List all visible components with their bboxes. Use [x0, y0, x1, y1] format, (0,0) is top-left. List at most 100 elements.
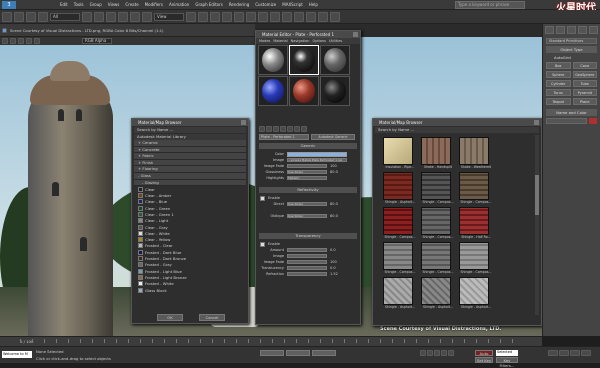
refraction-value[interactable]: 1.52	[330, 272, 338, 276]
snap-icon[interactable]	[198, 11, 208, 22]
sample-slot[interactable]	[320, 76, 350, 106]
key-filters-button[interactable]: Key Filters...	[496, 357, 518, 368]
zoom-all-icon[interactable]	[559, 350, 569, 356]
zoom-icon[interactable]	[548, 350, 558, 356]
go-end-icon[interactable]	[448, 350, 454, 356]
menu-help[interactable]: Help	[309, 2, 318, 7]
menu-tools[interactable]: Tools	[74, 2, 84, 7]
image-map-button[interactable]: ...vorweg Metals Plate Perforated 1.jpg	[287, 157, 347, 163]
unlink-icon[interactable]	[38, 11, 48, 22]
browser2-search[interactable]: Search by Name ...	[375, 127, 539, 133]
cone-button[interactable]: Cone	[572, 62, 597, 69]
prev-frame-icon[interactable]	[427, 350, 433, 356]
menu-material[interactable]: Material	[273, 39, 287, 43]
make-unique-icon[interactable]	[280, 126, 286, 132]
schematic-icon[interactable]	[282, 11, 292, 22]
display-tab-icon[interactable]	[589, 26, 598, 34]
menu-options[interactable]: Options	[312, 39, 326, 43]
object-color-swatch[interactable]	[589, 118, 597, 124]
reset-map-icon[interactable]	[273, 126, 279, 132]
category-ceramic[interactable]: + Ceramic	[134, 140, 246, 147]
material-editor-icon[interactable]	[294, 11, 304, 22]
thumbnail-item[interactable]: Shake - Weathered	[459, 137, 493, 170]
material-name-field[interactable]: Plate - Perforated 1	[259, 134, 309, 140]
render-frame-icon[interactable]	[318, 11, 328, 22]
amount-slider[interactable]	[287, 247, 327, 253]
link-icon[interactable]	[26, 11, 36, 22]
key-mode-dropdown[interactable]: Selected	[496, 350, 518, 356]
set-key-button[interactable]: Set Key	[475, 357, 493, 363]
menu-utilities[interactable]: Utilities	[329, 39, 342, 43]
hierarchy-tab-icon[interactable]	[567, 26, 576, 34]
thumbnail-item[interactable]: Shingle - Compos...	[421, 172, 455, 205]
teapot-button[interactable]: Teapot	[546, 98, 571, 105]
object-name-field[interactable]	[546, 118, 587, 124]
image-map-button[interactable]	[287, 253, 327, 259]
object-type-header[interactable]: Object Type	[546, 46, 597, 53]
thumbnail-item[interactable]: Shingle - Half Ro...	[459, 207, 493, 240]
menu-customize[interactable]: Customize	[255, 2, 276, 7]
browser-search[interactable]: Search by Name ...	[134, 127, 246, 133]
copy-image-icon[interactable]	[10, 38, 16, 44]
category-glazing[interactable]: - Glazing	[134, 179, 246, 187]
pivot-icon[interactable]	[186, 11, 196, 22]
thumbnail-item[interactable]: Shingle - Asphalt...	[421, 277, 455, 310]
sample-slot[interactable]	[320, 45, 350, 75]
close-icon[interactable]	[353, 32, 358, 37]
show-map-icon[interactable]	[294, 126, 300, 132]
translucency-value[interactable]: 0.0	[330, 266, 336, 270]
undo-icon[interactable]	[2, 11, 12, 22]
scale-icon[interactable]	[142, 11, 152, 22]
transparency-rollout[interactable]: Transparency	[259, 233, 357, 239]
modify-tab-icon[interactable]	[556, 26, 565, 34]
image-fade-value[interactable]: 100	[330, 260, 337, 264]
next-frame-icon[interactable]	[441, 350, 447, 356]
thumbnail-item[interactable]: Shingle - Compos...	[421, 242, 455, 275]
menu-maxscript[interactable]: MAXScript	[282, 2, 303, 7]
geosphere-button[interactable]: GeoSphere	[572, 71, 597, 78]
sample-slot[interactable]	[289, 76, 319, 106]
percent-snap-icon[interactable]	[222, 11, 232, 22]
go-start-icon[interactable]	[420, 350, 426, 356]
color-swatch[interactable]	[287, 151, 347, 157]
material-item[interactable]: Glass Block	[132, 287, 248, 293]
channel-dropdown[interactable]: RGB Alpha	[82, 38, 112, 44]
put-library-icon[interactable]	[287, 126, 293, 132]
get-material-icon[interactable]	[259, 126, 265, 132]
direct-value[interactable]: 80.0	[330, 202, 338, 206]
pyramid-button[interactable]: Pyramid	[572, 89, 597, 96]
menu-create[interactable]: Create	[125, 2, 138, 7]
menu-modes[interactable]: Modes	[259, 39, 270, 43]
browser2-scrollbar[interactable]	[535, 135, 539, 315]
category-flooring[interactable]: + Flooring	[134, 166, 246, 173]
image-fade-slider[interactable]	[287, 259, 327, 265]
zoom-extents-icon[interactable]	[570, 350, 580, 356]
sphere-button[interactable]: Sphere	[546, 71, 571, 78]
select-by-name-icon[interactable]	[94, 11, 104, 22]
y-coord-field[interactable]	[286, 350, 310, 356]
app-logo[interactable]: 3	[2, 1, 16, 9]
tube-button[interactable]: Tube	[572, 80, 597, 87]
autogrid-checkbox[interactable]: AutoGrid	[546, 55, 597, 60]
thumbnail-item[interactable]: Insulation - Ripe...	[383, 137, 417, 170]
motion-tab-icon[interactable]	[578, 26, 587, 34]
reflectivity-rollout[interactable]: Reflectivity	[259, 187, 357, 193]
menu-graph-editors[interactable]: Graph Editors	[195, 2, 222, 7]
maxscript-listener[interactable]: Welcome to M	[2, 351, 32, 358]
rect-select-icon[interactable]	[106, 11, 116, 22]
oblique-value[interactable]: 80.0	[330, 214, 338, 218]
curve-editor-icon[interactable]	[270, 11, 280, 22]
go-parent-icon[interactable]	[301, 126, 307, 132]
align-icon[interactable]	[246, 11, 256, 22]
glossiness-value[interactable]: 80.0	[330, 170, 338, 174]
plane-button[interactable]: Plane	[572, 98, 597, 105]
highlights-dropdown[interactable]: Metallic	[287, 175, 327, 181]
scrollbar-thumb[interactable]	[535, 175, 539, 215]
category-glass[interactable]: - Glass	[134, 172, 246, 180]
x-coord-field[interactable]	[260, 350, 284, 356]
checkbox[interactable]	[260, 241, 265, 247]
image-fade-slider[interactable]	[287, 163, 327, 169]
sample-slot[interactable]	[258, 76, 288, 106]
auto-key-button[interactable]: Auto Key	[475, 350, 493, 361]
rotate-icon[interactable]	[130, 11, 140, 22]
